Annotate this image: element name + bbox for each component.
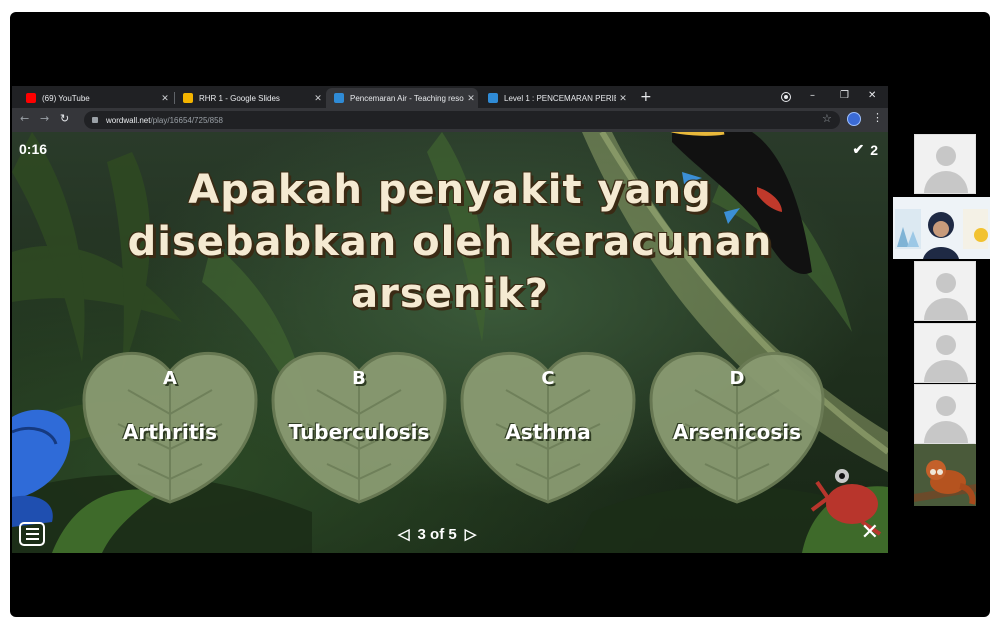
browser-window: (69) YouTube ✕ RHR 1 - Google Slides ✕ P… [12,86,888,132]
option-answer: Arthritis [122,420,218,444]
answer-option-a[interactable]: A Arthritis [78,344,262,508]
pagination: ◁ 3 of 5 ▷ [398,521,476,547]
tab-title: Level 1 : PENCEMARAN PERIBAD [504,93,616,103]
tab-close-icon[interactable]: ✕ [311,93,325,104]
forward-icon[interactable]: → [40,112,49,126]
tab-close-icon[interactable]: ✕ [464,93,478,104]
quiz-game: 0:16 ✔ 2 Apakah penyakit yang disebabkan… [12,132,888,553]
timer: 0:16 [19,141,48,157]
tab-strip: (69) YouTube ✕ RHR 1 - Google Slides ✕ P… [12,86,888,108]
tab-level-1[interactable]: Level 1 : PENCEMARAN PERIBAD ✕ [480,88,630,108]
question-text: Apakah penyakit yang disebabkan oleh ker… [127,167,773,317]
next-arrow-icon[interactable]: ▷ [465,525,477,543]
previous-arrow-icon[interactable]: ◁ [398,525,410,543]
participant-tile[interactable] [914,261,976,321]
option-letter: C [541,368,555,389]
bookmark-star-icon[interactable]: ☆ [822,112,832,125]
speaker-video [893,197,990,259]
tab-close-icon[interactable]: ✕ [158,93,172,104]
participant-tile-red-panda[interactable] [914,444,976,506]
tab-pencemaran-air[interactable]: Pencemaran Air - Teaching resou ✕ [326,88,478,108]
tab-title: (69) YouTube [42,93,90,103]
youtube-icon [26,93,36,103]
slides-icon [183,93,193,103]
close-window-button[interactable]: ✕ [868,89,876,103]
new-tab-button[interactable]: + [640,89,652,105]
participant-tile[interactable] [914,323,976,383]
tab-google-slides[interactable]: RHR 1 - Google Slides ✕ [175,88,325,108]
participant-tile-active-speaker[interactable] [893,197,990,259]
score-value: 2 [870,141,878,158]
url-host: wordwall.net [106,115,151,125]
restore-button[interactable]: ❐ [840,89,849,103]
page-indicator: 3 of 5 [417,525,457,543]
url-path: /play/16654/725/858 [150,115,223,125]
wordwall-icon [334,93,344,103]
answer-option-b[interactable]: B Tuberculosis [267,344,451,508]
menu-line [25,528,39,530]
menu-line [25,533,39,535]
address-bar[interactable]: wordwall.net /play/16654/725/858 [84,111,840,129]
answer-option-c[interactable]: C Asthma [456,344,640,508]
avatar-placeholder-icon [936,146,956,166]
participant-panel [893,134,990,507]
browser-toolbar: ← → ↻ wordwall.net /play/16654/725/858 ☆… [12,108,888,132]
menu-line [25,538,39,540]
red-panda-image [914,444,976,506]
tab-title: RHR 1 - Google Slides [199,93,280,103]
avatar-placeholder-icon [936,273,956,293]
answer-option-d[interactable]: D Arsenicosis [645,344,829,508]
minimize-button[interactable]: – [810,89,815,103]
option-letter: B [352,368,366,389]
tab-close-icon[interactable]: ✕ [616,93,630,104]
check-icon: ✔ [852,141,865,157]
option-answer: Arsenicosis [672,420,802,444]
score: ✔ 2 [852,141,878,158]
back-icon[interactable]: ← [20,112,29,126]
game-menu-button[interactable] [19,522,45,546]
avatar-placeholder-icon [936,396,956,416]
tab-youtube[interactable]: (69) YouTube ✕ [18,88,172,108]
close-game-button[interactable]: ✕ [861,522,879,544]
option-letter: D [729,368,745,389]
menu-kebab-icon[interactable]: ⋮ [872,111,883,124]
recording-icon[interactable] [782,93,790,101]
option-answer: Asthma [505,420,591,444]
tab-title: Pencemaran Air - Teaching resou [350,93,464,103]
profile-avatar[interactable] [847,112,861,126]
lock-icon [92,117,98,123]
option-answer: Tuberculosis [288,420,430,444]
wordwall-icon [488,93,498,103]
participant-tile[interactable] [914,384,976,444]
avatar-placeholder-icon [936,335,956,355]
participant-tile[interactable] [914,134,976,194]
option-letter: A [163,368,177,389]
reload-icon[interactable]: ↻ [60,112,69,126]
